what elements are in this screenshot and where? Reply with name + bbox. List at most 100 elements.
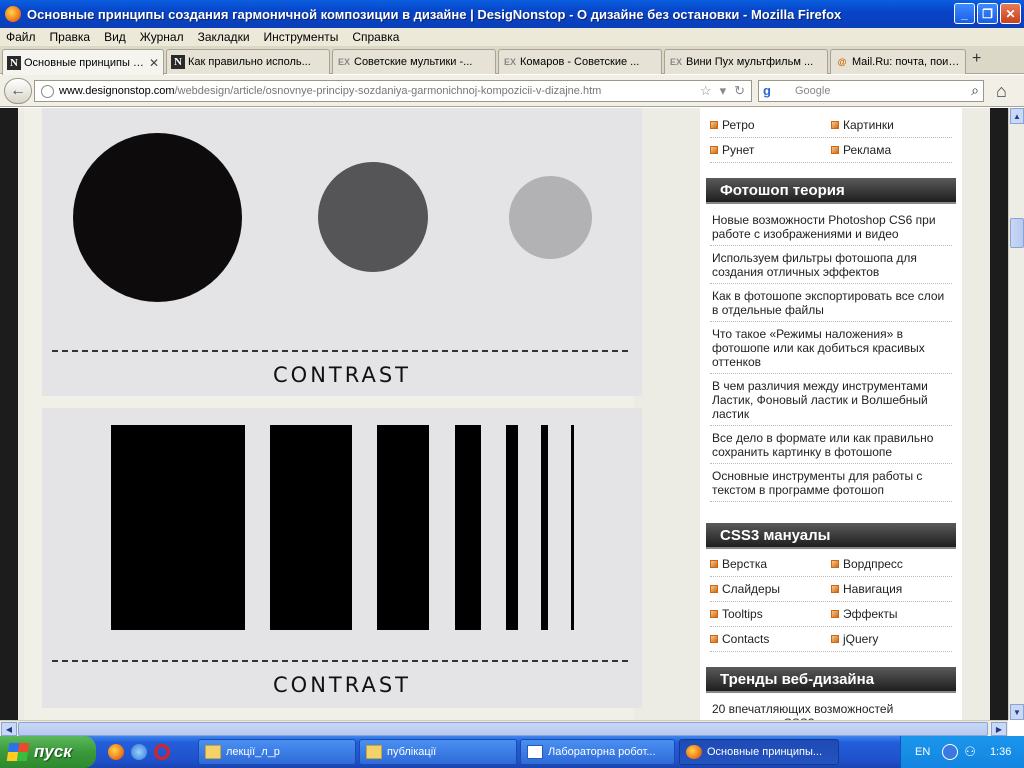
article-link[interactable]: Основные инструменты для работы с тексто… (710, 464, 952, 502)
tab-favicon: N (7, 55, 21, 70)
vertical-scroll-thumb[interactable] (1010, 218, 1024, 248)
taskbar-item-2[interactable]: Лабораторна робот... (520, 739, 675, 765)
ie-quicklaunch-icon[interactable] (131, 744, 147, 760)
tag-link[interactable]: Навигация (831, 582, 952, 596)
tag-icon (710, 610, 718, 618)
search-icon[interactable]: ⌕ (971, 82, 979, 99)
close-button[interactable]: ✕ (1000, 3, 1021, 24)
minimize-button[interactable]: _ (954, 3, 975, 24)
tag-links-top: Ретро Картинки Рунет Реклама (710, 113, 952, 163)
bar-thinner (541, 425, 548, 630)
taskbar-item-1[interactable]: публікації (359, 739, 517, 765)
tab-0[interactable]: N Основные принципы с... ✕ (2, 49, 164, 75)
large-black-circle (73, 133, 242, 302)
article-link[interactable]: Как в фотошопе экспортировать все слои в… (710, 284, 952, 322)
bookmark-star-icon[interactable]: ☆ (700, 83, 712, 99)
url-path: /webdesign/article/osnovnye-principy-soz… (174, 85, 602, 97)
google-engine-icon[interactable]: g (763, 83, 779, 99)
article-link[interactable]: В чем различия между инструментами Ласти… (710, 374, 952, 426)
tab-close-icon[interactable]: ✕ (149, 56, 159, 70)
back-button[interactable]: ← (4, 78, 32, 104)
tag-label: jQuery (843, 632, 879, 646)
bar-widest (111, 425, 245, 630)
menu-history[interactable]: Журнал (140, 30, 184, 44)
tag-row: Слайдеры Навигация (710, 577, 952, 602)
tag-row: Contacts jQuery (710, 627, 952, 652)
tag-link[interactable]: Ретро (710, 118, 831, 132)
menu-bar: Файл Правка Вид Журнал Закладки Инструме… (0, 28, 1024, 46)
firefox-icon (5, 6, 21, 22)
article-link[interactable]: Что такое «Режимы наложения» в фотошопе … (710, 322, 952, 374)
taskbar-item-0[interactable]: лекції_л_р (198, 739, 356, 765)
scroll-right-icon[interactable]: ▶ (991, 722, 1007, 736)
scroll-up-icon[interactable]: ▲ (1010, 108, 1024, 124)
network-icon[interactable]: ⚇ (964, 744, 976, 760)
taskbar-item-3[interactable]: Основные принципы... (679, 739, 839, 765)
navigation-bar: ← www.designonstop.com/webdesign/article… (0, 75, 1024, 107)
tag-label: Ретро (722, 118, 755, 132)
site-identity-icon[interactable] (41, 84, 54, 98)
horizontal-scroll-thumb[interactable] (18, 722, 988, 736)
sidebar: Ретро Картинки Рунет Реклама Фотошоп тео… (700, 108, 962, 720)
menu-bookmarks[interactable]: Закладки (198, 30, 250, 44)
tag-label: Рунет (722, 143, 755, 157)
tab-label: Вини Пух мультфильм ... (686, 56, 814, 68)
scroll-left-icon[interactable]: ◀ (1, 722, 17, 736)
tab-1[interactable]: N Как правильно исполь... (166, 49, 330, 74)
tag-link[interactable]: Рунет (710, 143, 831, 157)
task-label: Основные принципы... (707, 746, 823, 758)
new-tab-button[interactable]: + (972, 50, 981, 68)
tab-3[interactable]: EX Комаров - Советские ... (498, 49, 662, 74)
tag-link[interactable]: Tooltips (710, 607, 831, 621)
tab-4[interactable]: EX Вини Пух мультфильм ... (664, 49, 828, 74)
menu-edit[interactable]: Правка (50, 30, 91, 44)
article-link[interactable]: Все дело в формате или как правильно сох… (710, 426, 952, 464)
maximize-button[interactable]: ❐ (977, 3, 998, 24)
contrast-size-illustration: CONTRAST (42, 108, 642, 396)
tag-link[interactable]: Эффекты (831, 607, 952, 621)
article-content: CONTRAST CONTRAST (24, 108, 642, 720)
url-bar[interactable]: www.designonstop.com/webdesign/article/o… (34, 80, 752, 102)
menu-tools[interactable]: Инструменты (264, 30, 339, 44)
scroll-down-icon[interactable]: ▼ (1010, 704, 1024, 720)
tab-5[interactable]: @ Mail.Ru: почта, поиск ... (830, 49, 966, 74)
menu-help[interactable]: Справка (352, 30, 399, 44)
home-icon[interactable]: ⌂ (996, 81, 1007, 102)
tab-label: Основные принципы с... (24, 56, 145, 69)
tag-link[interactable]: Слайдеры (710, 582, 831, 596)
tray-expand-icon[interactable] (942, 744, 959, 760)
tag-link[interactable]: Картинки (831, 118, 952, 132)
section-heading-css3: CSS3 мануалы (706, 523, 956, 549)
article-link[interactable]: Новые возможности Photoshop CS6 при рабо… (710, 208, 952, 246)
firefox-quicklaunch-icon[interactable] (108, 744, 124, 760)
article-link[interactable]: Используем фильтры фотошопа для создания… (710, 246, 952, 284)
search-bar[interactable]: g Google ⌕ (758, 80, 984, 102)
dashed-divider (52, 350, 628, 352)
dashed-divider (52, 660, 628, 662)
tag-link[interactable]: Реклама (831, 143, 952, 157)
tag-link[interactable]: jQuery (831, 632, 952, 646)
tag-row: Tooltips Эффекты (710, 602, 952, 627)
bar-medium (377, 425, 429, 630)
tab-2[interactable]: EX Советские мультики -... (332, 49, 496, 74)
tag-link[interactable]: Вордпресс (831, 557, 952, 571)
tag-link[interactable]: Верстка (710, 557, 831, 571)
menu-view[interactable]: Вид (104, 30, 126, 44)
horizontal-scrollbar[interactable]: ◀ ▶ (0, 720, 1008, 736)
opera-quicklaunch-icon[interactable] (154, 744, 170, 760)
reload-icon[interactable]: ↻ (734, 83, 745, 99)
task-label: публікації (387, 746, 437, 758)
article-link[interactable]: 20 впечатляющих возможностей применения … (710, 697, 952, 720)
start-button[interactable]: пуск (0, 736, 96, 768)
tag-icon (710, 635, 718, 643)
tab-favicon: EX (669, 57, 682, 67)
page-viewport: CONTRAST CONTRAST Ретро Картинки Рунет Р… (0, 108, 1008, 720)
window-titlebar: Основные принципы создания гармоничной к… (0, 0, 1024, 28)
tab-favicon: EX (337, 57, 350, 67)
tag-link[interactable]: Contacts (710, 632, 831, 646)
tab-bar: N Основные принципы с... ✕ N Как правиль… (0, 46, 1024, 75)
history-dropdown-icon[interactable]: ▾ (720, 83, 727, 99)
vertical-scrollbar[interactable]: ▲ ▼ (1008, 108, 1024, 720)
language-indicator[interactable]: EN (915, 746, 930, 758)
menu-file[interactable]: Файл (6, 30, 36, 44)
